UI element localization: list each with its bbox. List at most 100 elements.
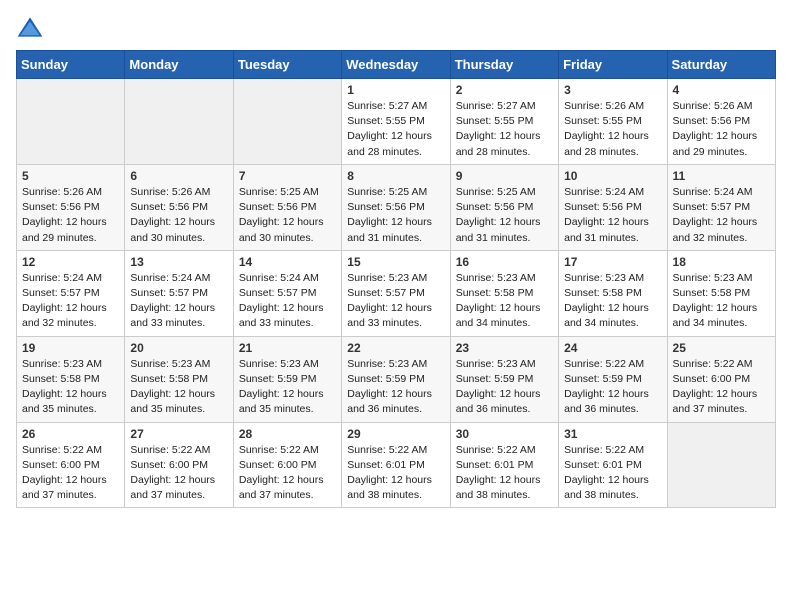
day-number: 4	[673, 83, 770, 97]
day-info: Sunrise: 5:23 AM Sunset: 5:58 PM Dayligh…	[564, 271, 661, 332]
calendar-cell: 7 Sunrise: 5:25 AM Sunset: 5:56 PM Daylig…	[233, 164, 341, 250]
day-info: Sunrise: 5:25 AM Sunset: 5:56 PM Dayligh…	[239, 185, 336, 246]
day-number: 20	[130, 341, 227, 355]
day-info: Sunrise: 5:23 AM Sunset: 5:58 PM Dayligh…	[130, 357, 227, 418]
day-number: 27	[130, 427, 227, 441]
calendar-table: SundayMondayTuesdayWednesdayThursdayFrid…	[16, 50, 776, 508]
day-number: 2	[456, 83, 553, 97]
day-info: Sunrise: 5:23 AM Sunset: 5:58 PM Dayligh…	[673, 271, 770, 332]
day-number: 10	[564, 169, 661, 183]
day-number: 8	[347, 169, 444, 183]
day-number: 1	[347, 83, 444, 97]
calendar-cell: 31 Sunrise: 5:22 AM Sunset: 6:01 PM Dayli…	[559, 422, 667, 508]
day-info: Sunrise: 5:23 AM Sunset: 5:59 PM Dayligh…	[347, 357, 444, 418]
calendar-cell: 29Sunrise: 5:22 AM Sunset: 6:01 PM Dayli…	[342, 422, 450, 508]
day-info: Sunrise: 5:25 AM Sunset: 5:56 PM Dayligh…	[347, 185, 444, 246]
day-number: 15	[347, 255, 444, 269]
day-info: Sunrise: 5:22 AM Sunset: 6:00 PM Dayligh…	[22, 443, 119, 504]
day-info: Sunrise: 5:22 AM Sunset: 6:01 PM Dayligh…	[564, 443, 661, 504]
day-number: 19	[22, 341, 119, 355]
day-number: 26	[22, 427, 119, 441]
day-info: Sunrise: 5:23 AM Sunset: 5:58 PM Dayligh…	[456, 271, 553, 332]
weekday-header: Saturday	[667, 51, 775, 79]
day-number: 23	[456, 341, 553, 355]
day-info: Sunrise: 5:22 AM Sunset: 5:59 PM Dayligh…	[564, 357, 661, 418]
day-info: Sunrise: 5:23 AM Sunset: 5:59 PM Dayligh…	[456, 357, 553, 418]
calendar-cell: 22 Sunrise: 5:23 AM Sunset: 5:59 PM Dayli…	[342, 336, 450, 422]
day-info: Sunrise: 5:25 AM Sunset: 5:56 PM Dayligh…	[456, 185, 553, 246]
calendar-cell: 19Sunrise: 5:23 AM Sunset: 5:58 PM Dayli…	[17, 336, 125, 422]
logo-icon	[16, 16, 44, 38]
weekday-header: Sunday	[17, 51, 125, 79]
day-number: 29	[347, 427, 444, 441]
weekday-header: Thursday	[450, 51, 558, 79]
calendar-cell: 23 Sunrise: 5:23 AM Sunset: 5:59 PM Dayli…	[450, 336, 558, 422]
day-number: 7	[239, 169, 336, 183]
calendar-cell: 5 Sunrise: 5:26 AM Sunset: 5:56 PM Daylig…	[17, 164, 125, 250]
day-number: 24	[564, 341, 661, 355]
day-number: 31	[564, 427, 661, 441]
calendar-cell	[233, 79, 341, 165]
calendar-week-row: 12Sunrise: 5:24 AM Sunset: 5:57 PM Dayli…	[17, 250, 776, 336]
day-info: Sunrise: 5:22 AM Sunset: 6:01 PM Dayligh…	[456, 443, 553, 504]
calendar-cell: 28Sunrise: 5:22 AM Sunset: 6:00 PM Dayli…	[233, 422, 341, 508]
day-info: Sunrise: 5:26 AM Sunset: 5:56 PM Dayligh…	[673, 99, 770, 160]
calendar-week-row: 19 Sunrise: 5:23 AM Sunset: 5:58 PM Dayli…	[17, 336, 776, 422]
day-number: 11	[673, 169, 770, 183]
day-number: 6	[130, 169, 227, 183]
weekday-header: Wednesday	[342, 51, 450, 79]
day-number: 22	[347, 341, 444, 355]
calendar-cell: 8 Sunrise: 5:25 AM Sunset: 5:56 PM Daylig…	[342, 164, 450, 250]
calendar-cell: 10 Sunrise: 5:24 AM Sunset: 5:56 PM Dayli…	[559, 164, 667, 250]
calendar-cell: 4 Sunrise: 5:26 AM Sunset: 5:56 PM Daylig…	[667, 79, 775, 165]
calendar-cell: 26 Sunrise: 5:22 AM Sunset: 6:00 PM Dayli…	[17, 422, 125, 508]
day-info: Sunrise: 5:24 AM Sunset: 5:57 PM Dayligh…	[130, 271, 227, 332]
day-info: Sunrise: 5:27 AM Sunset: 5:55 PM Dayligh…	[347, 99, 444, 160]
calendar-cell: 6 Sunrise: 5:26 AM Sunset: 5:56 PM Daylig…	[125, 164, 233, 250]
day-number: 30	[456, 427, 553, 441]
day-info: Sunrise: 5:22 AM Sunset: 6:00 PM Dayligh…	[673, 357, 770, 418]
calendar-cell: 24 Sunrise: 5:22 AM Sunset: 5:59 PM Dayli…	[559, 336, 667, 422]
day-info: Sunrise: 5:24 AM Sunset: 5:57 PM Dayligh…	[22, 271, 119, 332]
day-info: Sunrise: 5:22 AM Sunset: 6:00 PM Dayligh…	[130, 443, 227, 504]
calendar-cell: 21 Sunrise: 5:23 AM Sunset: 5:59 PM Dayli…	[233, 336, 341, 422]
calendar-cell: 15 Sunrise: 5:23 AM Sunset: 5:57 PM Dayli…	[342, 250, 450, 336]
day-info: Sunrise: 5:24 AM Sunset: 5:57 PM Dayligh…	[673, 185, 770, 246]
day-info: Sunrise: 5:26 AM Sunset: 5:56 PM Dayligh…	[22, 185, 119, 246]
calendar-cell: 27 Sunrise: 5:22 AM Sunset: 6:00 PM Dayli…	[125, 422, 233, 508]
calendar-cell: 25Sunrise: 5:22 AM Sunset: 6:00 PM Dayli…	[667, 336, 775, 422]
logo	[16, 16, 48, 38]
day-info: Sunrise: 5:23 AM Sunset: 5:57 PM Dayligh…	[347, 271, 444, 332]
day-info: Sunrise: 5:23 AM Sunset: 5:59 PM Dayligh…	[239, 357, 336, 418]
calendar-week-row: 26 Sunrise: 5:22 AM Sunset: 6:00 PM Dayli…	[17, 422, 776, 508]
day-info: Sunrise: 5:26 AM Sunset: 5:55 PM Dayligh…	[564, 99, 661, 160]
day-info: Sunrise: 5:24 AM Sunset: 5:56 PM Dayligh…	[564, 185, 661, 246]
weekday-header: Tuesday	[233, 51, 341, 79]
calendar-cell: 12Sunrise: 5:24 AM Sunset: 5:57 PM Dayli…	[17, 250, 125, 336]
calendar-cell: 16 Sunrise: 5:23 AM Sunset: 5:58 PM Dayli…	[450, 250, 558, 336]
day-number: 13	[130, 255, 227, 269]
calendar-cell: 17Sunrise: 5:23 AM Sunset: 5:58 PM Dayli…	[559, 250, 667, 336]
day-info: Sunrise: 5:27 AM Sunset: 5:55 PM Dayligh…	[456, 99, 553, 160]
calendar-cell	[667, 422, 775, 508]
calendar-week-row: 1 Sunrise: 5:27 AM Sunset: 5:55 PM Daylig…	[17, 79, 776, 165]
calendar-cell: 11 Sunrise: 5:24 AM Sunset: 5:57 PM Dayli…	[667, 164, 775, 250]
day-info: Sunrise: 5:24 AM Sunset: 5:57 PM Dayligh…	[239, 271, 336, 332]
day-number: 9	[456, 169, 553, 183]
calendar-cell: 20 Sunrise: 5:23 AM Sunset: 5:58 PM Dayli…	[125, 336, 233, 422]
day-info: Sunrise: 5:26 AM Sunset: 5:56 PM Dayligh…	[130, 185, 227, 246]
day-info: Sunrise: 5:22 AM Sunset: 6:00 PM Dayligh…	[239, 443, 336, 504]
day-number: 18	[673, 255, 770, 269]
calendar-cell: 9 Sunrise: 5:25 AM Sunset: 5:56 PM Daylig…	[450, 164, 558, 250]
day-number: 21	[239, 341, 336, 355]
calendar-cell: 2 Sunrise: 5:27 AM Sunset: 5:55 PM Daylig…	[450, 79, 558, 165]
day-number: 16	[456, 255, 553, 269]
calendar-cell: 3Sunrise: 5:26 AM Sunset: 5:55 PM Daylig…	[559, 79, 667, 165]
calendar-cell: 18 Sunrise: 5:23 AM Sunset: 5:58 PM Dayli…	[667, 250, 775, 336]
page-header	[16, 16, 776, 38]
day-number: 14	[239, 255, 336, 269]
calendar-cell: 14 Sunrise: 5:24 AM Sunset: 5:57 PM Dayli…	[233, 250, 341, 336]
weekday-header: Monday	[125, 51, 233, 79]
day-number: 5	[22, 169, 119, 183]
weekday-header: Friday	[559, 51, 667, 79]
